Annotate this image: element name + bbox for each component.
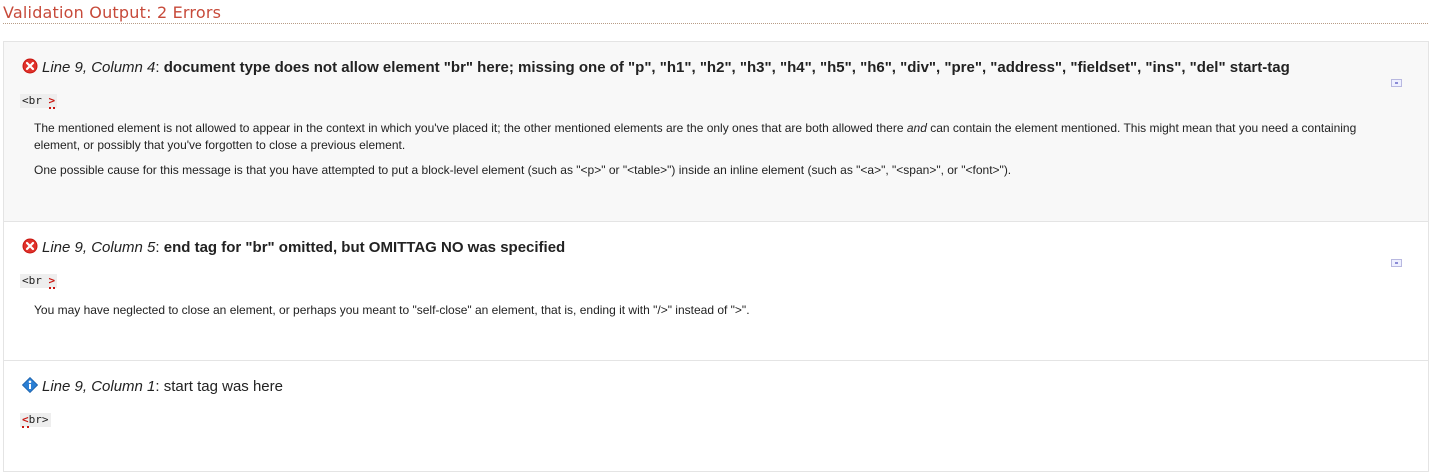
error-icon (22, 238, 38, 254)
error-icon (22, 58, 38, 74)
message-title: Line 9, Column 4: document type does not… (22, 58, 1290, 78)
error-message: Line 9, Column 4: document type does not… (4, 42, 1428, 222)
message-separator: : (155, 239, 164, 256)
message-explanation: The mentioned element is not allowed to … (34, 120, 1374, 187)
message-text: document type does not allow element "br… (163, 59, 1290, 76)
message-title: Line 9, Column 5: end tag for "br" omitt… (22, 238, 565, 258)
explanation-paragraph: One possible cause for this message is t… (34, 163, 1012, 177)
message-location: Line 9, Column 4 (42, 59, 156, 76)
message-title: Line 9, Column 1: start tag was here (22, 377, 283, 397)
info-message: Line 9, Column 1: start tag was here <br… (4, 361, 1428, 472)
info-icon (22, 377, 38, 393)
error-message: Line 9, Column 5: end tag for "br" omitt… (4, 222, 1428, 361)
error-highlight: > (48, 94, 56, 109)
message-location: Line 9, Column 5 (42, 239, 156, 256)
message-location: Line 9, Column 1 (42, 378, 156, 395)
info-highlight: < (22, 413, 29, 428)
message-text: start tag was here (163, 378, 283, 395)
message-explanation: You may have neglected to close an eleme… (34, 302, 1374, 327)
code-text: <br (22, 94, 42, 107)
explanation-emphasis: and (906, 121, 927, 135)
expand-icon[interactable] (1391, 79, 1402, 87)
explanation-paragraph: You may have neglected to close an eleme… (34, 303, 750, 317)
message-list: Line 9, Column 4: document type does not… (3, 41, 1429, 472)
validation-output-heading: Validation Output: 2 Errors (3, 3, 1428, 24)
source-excerpt: <br> (20, 413, 51, 428)
code-text: <br (22, 274, 42, 287)
code-text: br> (28, 413, 49, 426)
source-excerpt: <br > (20, 274, 58, 289)
error-highlight: > (48, 274, 56, 289)
expand-icon[interactable] (1391, 259, 1402, 267)
message-separator: : (155, 378, 164, 395)
message-text: end tag for "br" omitted, but OMITTAG NO… (163, 239, 566, 256)
message-separator: : (155, 59, 164, 76)
explanation-text: The mentioned element is not allowed to … (34, 121, 907, 135)
source-excerpt: <br > (20, 94, 58, 109)
explanation-paragraph: The mentioned element is not allowed to … (34, 120, 1374, 154)
